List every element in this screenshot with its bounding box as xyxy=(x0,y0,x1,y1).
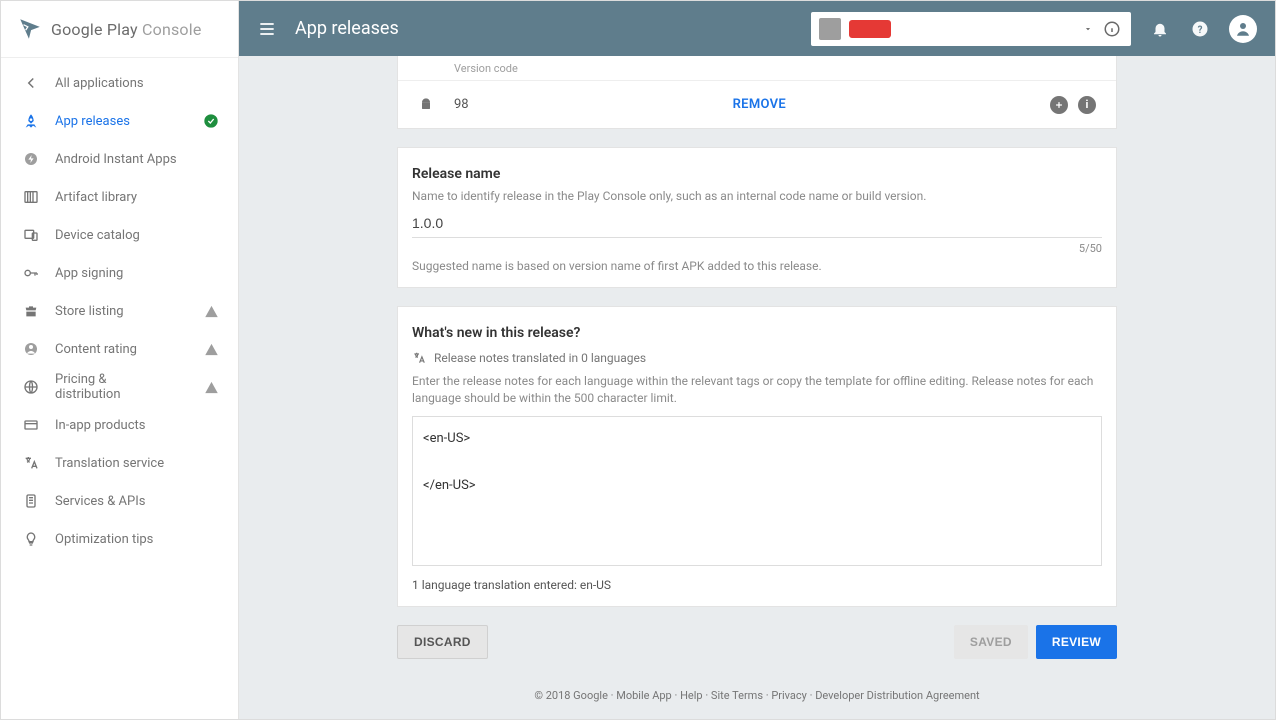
sidebar-item-all-applications[interactable]: All applications xyxy=(1,64,238,102)
devices-icon xyxy=(21,225,41,245)
release-notes-textarea[interactable] xyxy=(412,416,1102,566)
translate-icon xyxy=(21,453,41,473)
whats-new-subtitle: Enter the release notes for each languag… xyxy=(412,365,1102,407)
nav-list: All applications App releases Android In… xyxy=(1,58,238,558)
services-icon xyxy=(21,491,41,511)
library-icon xyxy=(21,187,41,207)
brand-text: Google Play Console xyxy=(51,20,202,39)
release-name-title: Release name xyxy=(412,152,1102,188)
rating-icon xyxy=(21,339,41,359)
sidebar: Google Play Console All applications App… xyxy=(1,1,239,719)
sidebar-item-services-apis[interactable]: Services & APIs xyxy=(1,482,238,520)
sidebar-item-label: All applications xyxy=(55,76,144,91)
translations-entered-line: 1 language translation entered: en-US xyxy=(412,570,1102,592)
version-code-header: Version code xyxy=(454,62,518,75)
globe-icon xyxy=(21,377,41,397)
sidebar-item-label: Store listing xyxy=(55,304,124,319)
action-row: DISCARD SAVED REVIEW xyxy=(397,625,1117,659)
sidebar-item-label: Pricing & distribution xyxy=(55,372,174,402)
brand-name-1: Google Play xyxy=(51,20,142,39)
account-icon[interactable] xyxy=(1229,15,1257,43)
bolt-icon xyxy=(21,149,41,169)
whats-new-card: What's new in this release? Release note… xyxy=(397,306,1117,608)
sidebar-item-app-releases[interactable]: App releases xyxy=(1,102,238,140)
svg-text:?: ? xyxy=(1198,24,1203,35)
version-code-value: 98 xyxy=(454,97,469,112)
app-name-redacted xyxy=(849,20,891,38)
rocket-icon xyxy=(21,111,41,131)
warning-icon xyxy=(202,340,220,358)
sidebar-item-device-catalog[interactable]: Device catalog xyxy=(1,216,238,254)
footer-text: © 2018 Google · Mobile App · Help · Site… xyxy=(534,689,979,702)
key-icon xyxy=(21,263,41,283)
sidebar-item-label: App signing xyxy=(55,266,123,281)
brand: Google Play Console xyxy=(1,1,238,58)
discard-button[interactable]: DISCARD xyxy=(397,625,488,659)
release-name-counter: 5/50 xyxy=(412,238,1102,255)
sidebar-item-content-rating[interactable]: Content rating xyxy=(1,330,238,368)
sidebar-item-label: Device catalog xyxy=(55,228,140,243)
translate-icon xyxy=(412,351,426,365)
sidebar-item-optimization-tips[interactable]: Optimization tips xyxy=(1,520,238,558)
warning-icon xyxy=(202,302,220,320)
brand-name-2: Console xyxy=(142,20,202,39)
app-selector[interactable] xyxy=(811,12,1131,46)
info-icon[interactable]: i xyxy=(1078,96,1096,114)
translated-count-line: Release notes translated in 0 languages xyxy=(434,351,646,365)
release-name-card: Release name Name to identify release in… xyxy=(397,147,1117,288)
sidebar-item-label: Translation service xyxy=(55,456,164,471)
sidebar-item-translation-service[interactable]: Translation service xyxy=(1,444,238,482)
sidebar-item-label: Android Instant Apps xyxy=(55,152,177,167)
check-circle-icon xyxy=(202,112,220,130)
warning-icon xyxy=(202,378,220,396)
help-icon[interactable]: ? xyxy=(1189,18,1211,40)
info-icon[interactable] xyxy=(1101,18,1123,40)
arrow-left-icon xyxy=(21,73,41,93)
menu-icon[interactable] xyxy=(257,19,277,39)
play-console-logo-icon xyxy=(17,16,43,42)
sidebar-item-label: Content rating xyxy=(55,342,137,357)
app-icon-chip xyxy=(819,18,841,40)
sidebar-item-instant-apps[interactable]: Android Instant Apps xyxy=(1,140,238,178)
sidebar-item-label: Artifact library xyxy=(55,190,137,205)
store-icon xyxy=(21,301,41,321)
sidebar-item-label: In-app products xyxy=(55,418,145,433)
footer: © 2018 Google · Mobile App · Help · Site… xyxy=(397,659,1117,712)
saved-button: SAVED xyxy=(954,625,1028,659)
expand-icon[interactable] xyxy=(1050,96,1068,114)
release-name-hint: Suggested name is based on version name … xyxy=(412,255,1102,273)
bulb-icon xyxy=(21,529,41,549)
chevron-down-icon xyxy=(1083,24,1093,34)
review-button[interactable]: REVIEW xyxy=(1036,625,1117,659)
apk-row: 98 REMOVE i xyxy=(398,80,1116,128)
sidebar-item-pricing-distribution[interactable]: Pricing & distribution xyxy=(1,368,238,406)
credit-card-icon xyxy=(21,415,41,435)
sidebar-item-app-signing[interactable]: App signing xyxy=(1,254,238,292)
sidebar-item-label: Services & APIs xyxy=(55,494,145,509)
sidebar-item-artifact-library[interactable]: Artifact library xyxy=(1,178,238,216)
notifications-icon[interactable] xyxy=(1149,18,1171,40)
release-name-subtitle: Name to identify release in the Play Con… xyxy=(412,188,1102,205)
sidebar-item-inapp-products[interactable]: In-app products xyxy=(1,406,238,444)
sidebar-item-label: Optimization tips xyxy=(55,532,153,547)
sidebar-item-store-listing[interactable]: Store listing xyxy=(1,292,238,330)
topbar: App releases ? xyxy=(239,1,1275,56)
android-icon xyxy=(418,97,436,113)
remove-apk-button[interactable]: REMOVE xyxy=(733,97,786,112)
page-title: App releases xyxy=(295,18,399,39)
whats-new-title: What's new in this release? xyxy=(412,311,1102,347)
release-name-input[interactable] xyxy=(412,205,1102,238)
sidebar-item-label: App releases xyxy=(55,114,130,129)
apk-card: Version code 98 REMOVE xyxy=(397,56,1117,129)
